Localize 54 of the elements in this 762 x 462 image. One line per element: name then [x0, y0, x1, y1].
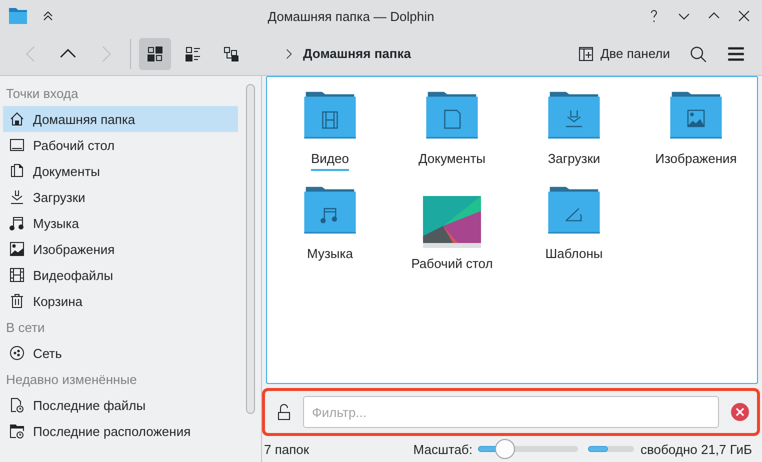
- icons-view-icon: [147, 46, 163, 62]
- clear-icon[interactable]: [731, 403, 749, 421]
- icons-view-button[interactable]: [139, 38, 171, 70]
- film-icon: [9, 267, 25, 283]
- tree-view-icon: [223, 46, 239, 62]
- disk-usage-bar: [588, 446, 634, 452]
- zoom-slider[interactable]: [478, 439, 578, 459]
- close-icon: [736, 8, 752, 24]
- sidebar-item[interactable]: Изображения: [3, 236, 238, 262]
- scrollbar[interactable]: [246, 84, 255, 414]
- sidebar-item[interactable]: Загрузки: [3, 184, 238, 210]
- file-name[interactable]: Изображения: [655, 151, 737, 171]
- filter-field[interactable]: Фильтр...: [303, 396, 719, 428]
- section-heading: Недавно изменённые: [5, 371, 138, 389]
- sidebar-item[interactable]: Домашняя папка: [3, 106, 238, 132]
- window-title: Домашняя папка — Dolphin: [266, 8, 436, 24]
- split-panel-icon: [578, 46, 594, 62]
- section-heading: В сети: [5, 319, 46, 337]
- zoom-label: Масштаб:: [413, 442, 472, 456]
- sidebar-item[interactable]: Сеть: [3, 340, 238, 366]
- sidebar-item[interactable]: Корзина: [3, 288, 238, 314]
- sidebar-item[interactable]: Документы: [3, 158, 238, 184]
- file-name[interactable]: Рабочий стол: [411, 256, 493, 276]
- split-view-button[interactable]: Две панели: [572, 38, 676, 70]
- folder-icon: [8, 7, 28, 25]
- breadcrumb[interactable]: Домашняя папка: [283, 46, 412, 61]
- search-icon: [689, 44, 707, 62]
- desktop-icon: [9, 137, 25, 153]
- documents-icon: [9, 163, 25, 179]
- recent-folder-icon: [9, 423, 25, 439]
- image-icon: [9, 241, 25, 257]
- lock-icon: [277, 403, 291, 421]
- sidebar-item[interactable]: Видеофайлы: [3, 262, 238, 288]
- free-space: свободно 21,7 ГиБ: [640, 442, 752, 456]
- file-name[interactable]: Видео: [311, 151, 349, 171]
- trash-icon: [9, 293, 25, 309]
- file-name[interactable]: Загрузки: [548, 151, 600, 171]
- home-icon: [9, 111, 25, 127]
- sidebar-item[interactable]: Музыка: [3, 210, 238, 236]
- sidebar-item[interactable]: Рабочий стол: [3, 132, 238, 158]
- file-name[interactable]: Музыка: [307, 246, 353, 266]
- sidebar-item[interactable]: Последние расположения: [3, 418, 238, 444]
- download-icon: [9, 189, 25, 205]
- menu-icon: [727, 44, 745, 62]
- section-heading: Точки входа: [5, 85, 80, 103]
- network-icon: [9, 345, 25, 361]
- music-note-icon: [9, 215, 25, 231]
- sidebar-item[interactable]: Последние файлы: [3, 392, 238, 418]
- compact-view-icon: [185, 46, 201, 62]
- file-name[interactable]: Шаблоны: [545, 246, 603, 266]
- folder-count: 7 папок: [264, 442, 310, 456]
- file-name[interactable]: Документы: [418, 151, 486, 171]
- slider-handle[interactable]: [495, 439, 516, 459]
- recent-file-icon: [9, 397, 25, 413]
